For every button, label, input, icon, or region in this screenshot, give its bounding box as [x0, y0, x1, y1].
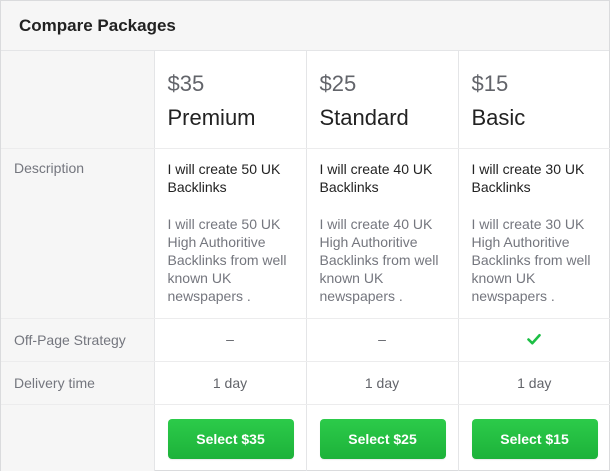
description-body: I will create 50 UK High Authoritive Bac…	[167, 215, 287, 304]
select-premium-button[interactable]: Select $35	[167, 418, 294, 459]
description-label: Description	[1, 148, 155, 319]
off-page-not-included: –	[306, 318, 459, 362]
off-page-strategy-label: Off-Page Strategy	[1, 318, 155, 362]
description-title: I will create 40 UK Backlinks	[319, 160, 433, 195]
delivery-time-label: Delivery time	[1, 361, 155, 405]
description-title: I will create 30 UK Backlinks	[471, 160, 585, 195]
panel-header: Compare Packages	[1, 1, 609, 51]
checkmark-icon	[527, 333, 542, 344]
package-name: Basic	[471, 105, 526, 130]
package-price: $35	[167, 71, 205, 96]
delivery-time-value: 1 day	[458, 361, 610, 405]
select-standard-button[interactable]: Select $25	[319, 418, 446, 459]
compare-packages-panel: Compare Packages $35 Premium $25 Standar…	[0, 0, 610, 471]
package-standard-description: I will create 40 UK Backlinks I will cre…	[306, 148, 459, 319]
off-page-included	[458, 318, 610, 362]
off-page-strategy-row: Off-Page Strategy – –	[1, 318, 610, 362]
description-body: I will create 30 UK High Authoritive Bac…	[471, 215, 591, 304]
select-cell: Select $15	[458, 404, 610, 471]
package-standard-header: $25 Standard	[306, 51, 459, 149]
empty-label-cell	[1, 51, 155, 149]
delivery-time-value: 1 day	[306, 361, 459, 405]
package-name: Premium	[167, 105, 256, 130]
delivery-time-value: 1 day	[154, 361, 307, 405]
package-header-row: $35 Premium $25 Standard $15 Basic	[1, 51, 610, 149]
delivery-time-row: Delivery time 1 day 1 day 1 day	[1, 361, 610, 405]
select-row: Select $35 Select $25 Select $15	[1, 404, 610, 471]
package-basic-header: $15 Basic	[458, 51, 610, 149]
empty-label-cell	[1, 404, 155, 471]
off-page-not-included: –	[154, 318, 307, 362]
select-cell: Select $25	[306, 404, 459, 471]
description-row: Description I will create 50 UK Backlink…	[1, 148, 610, 319]
package-price: $25	[319, 71, 357, 96]
package-premium-header: $35 Premium	[154, 51, 307, 149]
package-premium-description: I will create 50 UK Backlinks I will cre…	[154, 148, 307, 319]
packages-table: $35 Premium $25 Standard $15 Basic Descr…	[1, 51, 610, 471]
select-cell: Select $35	[154, 404, 307, 471]
package-name: Standard	[319, 105, 409, 130]
package-price: $15	[471, 71, 509, 96]
description-body: I will create 40 UK High Authoritive Bac…	[319, 215, 439, 304]
description-title: I will create 50 UK Backlinks	[167, 160, 281, 195]
select-basic-button[interactable]: Select $15	[471, 418, 598, 459]
panel-title: Compare Packages	[19, 15, 176, 35]
package-basic-description: I will create 30 UK Backlinks I will cre…	[458, 148, 610, 319]
